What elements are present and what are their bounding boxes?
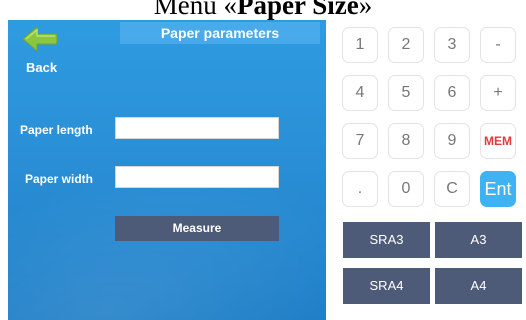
key-6[interactable]: 6 xyxy=(434,75,470,111)
key-enter[interactable]: Ent xyxy=(480,171,516,207)
size-sra3-button[interactable]: SRA3 xyxy=(343,222,430,258)
key-1[interactable]: 1 xyxy=(342,27,378,63)
key-5[interactable]: 5 xyxy=(388,75,424,111)
key-8[interactable]: 8 xyxy=(388,123,424,159)
key-minus[interactable]: - xyxy=(480,27,516,63)
paper-length-input[interactable] xyxy=(115,117,279,139)
key-9[interactable]: 9 xyxy=(434,123,470,159)
panel-title: Paper parameters xyxy=(120,22,320,44)
key-0[interactable]: 0 xyxy=(388,171,424,207)
back-label: Back xyxy=(26,60,58,75)
key-plus[interactable]: + xyxy=(480,75,516,111)
key-4[interactable]: 4 xyxy=(342,75,378,111)
paper-width-label: Paper width xyxy=(25,172,94,186)
paper-length-label: Paper length xyxy=(20,123,93,137)
key-mem[interactable]: MEM xyxy=(480,123,516,159)
paper-width-input[interactable] xyxy=(115,166,279,188)
numeric-keypad: 1 2 3 - 4 5 6 + 7 8 9 MEM . 0 C Ent xyxy=(342,27,522,207)
heading-prefix: Menu « xyxy=(153,0,237,20)
size-a4-button[interactable]: A4 xyxy=(435,268,522,304)
key-decimal[interactable]: . xyxy=(342,171,378,207)
measure-button[interactable]: Measure xyxy=(115,216,279,241)
key-3[interactable]: 3 xyxy=(434,27,470,63)
size-a3-button[interactable]: A3 xyxy=(435,222,522,258)
key-2[interactable]: 2 xyxy=(388,27,424,63)
document-heading: Menu «Paper Size» xyxy=(0,0,526,20)
size-sra4-button[interactable]: SRA4 xyxy=(343,268,430,304)
key-clear[interactable]: C xyxy=(434,171,470,207)
left-arrow-icon xyxy=(22,26,58,52)
heading-bold: Paper Size xyxy=(237,0,359,20)
key-7[interactable]: 7 xyxy=(342,123,378,159)
paper-parameters-panel: Back Paper parameters Paper length Paper… xyxy=(8,20,326,320)
back-button[interactable]: Back xyxy=(16,26,66,75)
heading-suffix: » xyxy=(358,0,373,20)
